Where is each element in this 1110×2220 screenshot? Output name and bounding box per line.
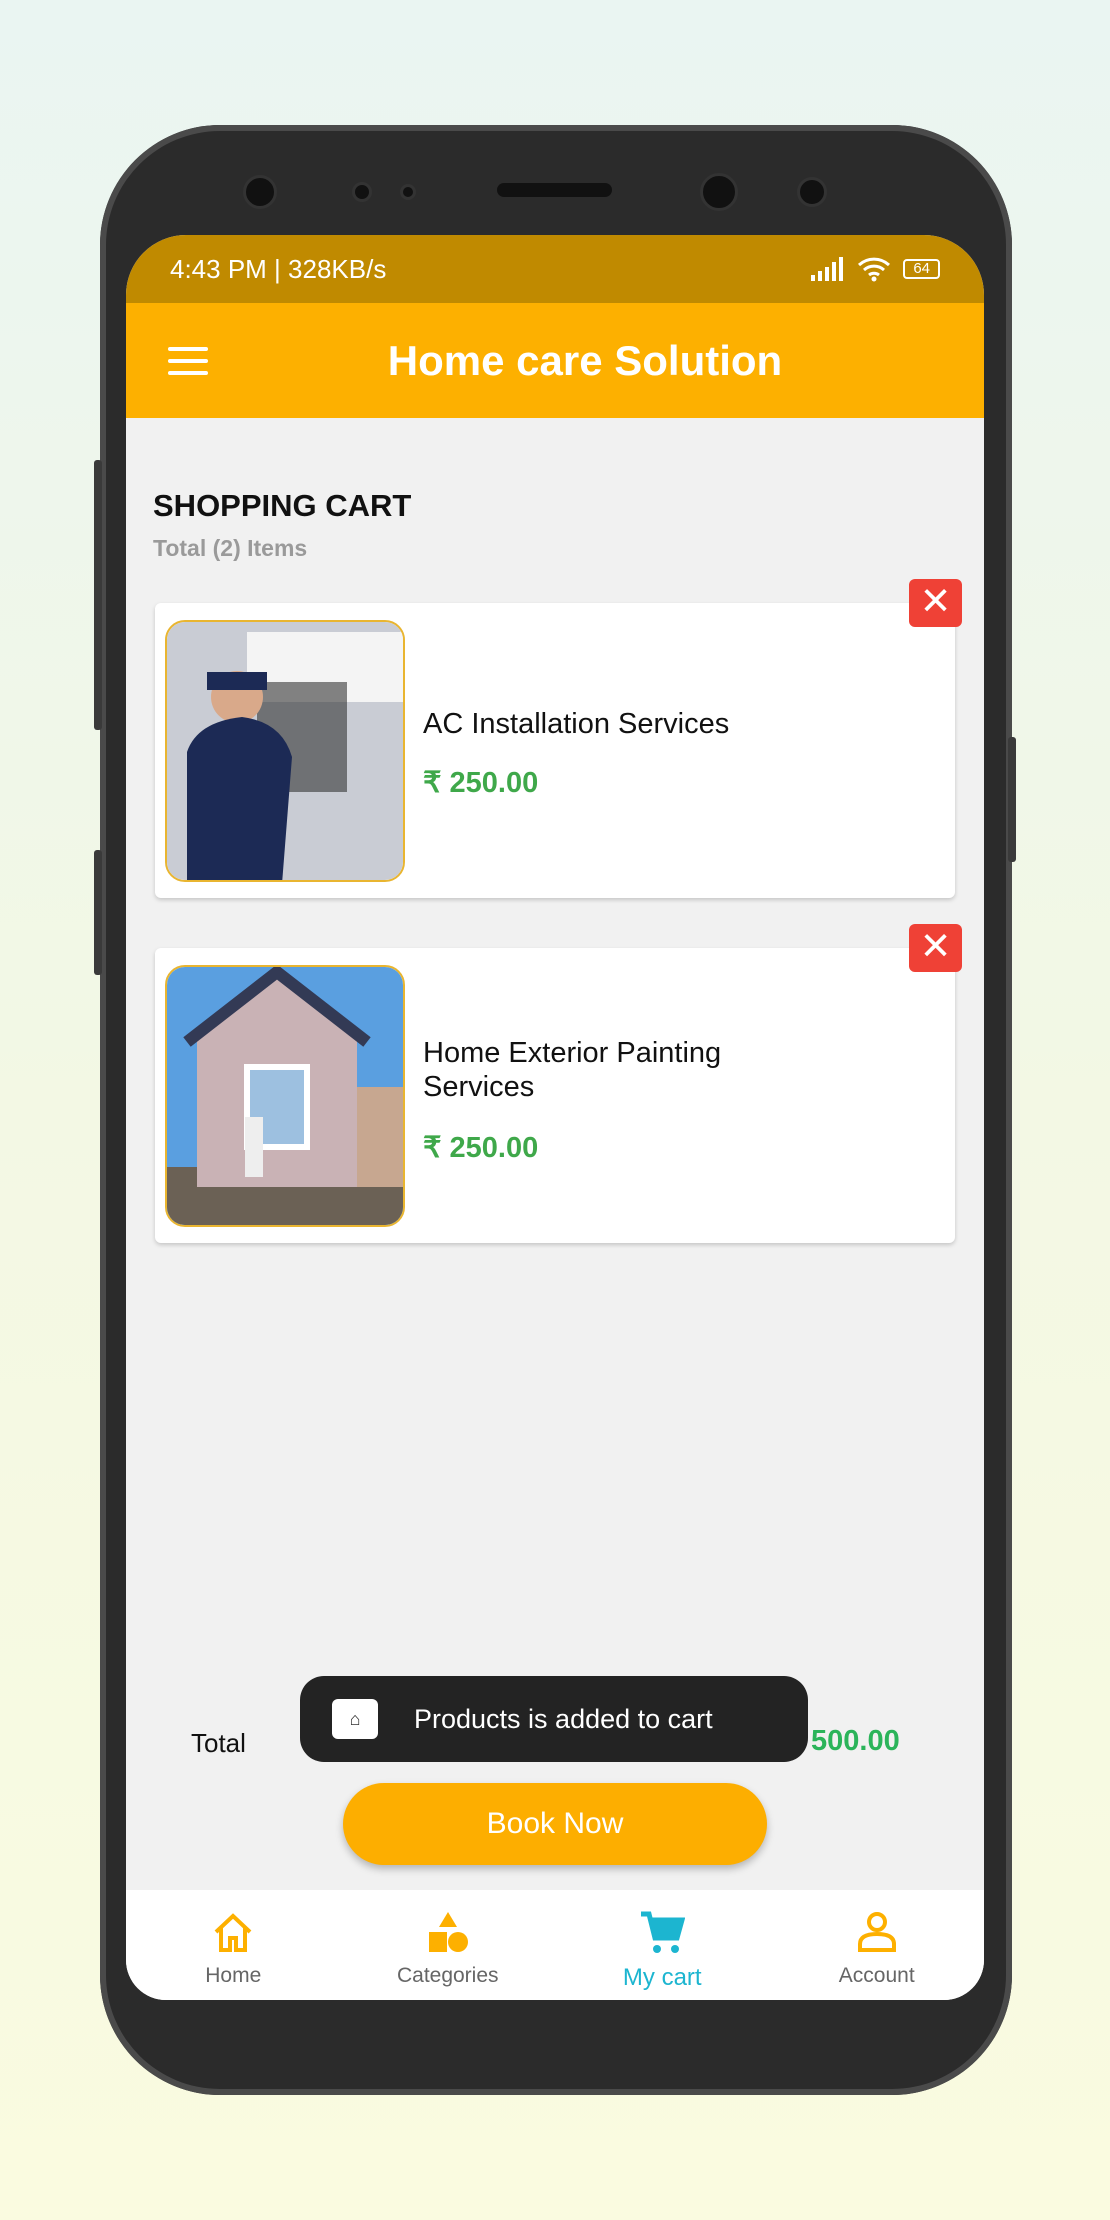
hamburger-menu-icon[interactable] <box>168 347 208 375</box>
toast-message: Products is added to cart <box>414 1703 713 1734</box>
app-screen: 4:43 PM | 328KB/s 64 Home care Solution … <box>126 235 984 2000</box>
product-image-painting <box>165 965 405 1227</box>
camera-icon <box>700 173 738 211</box>
item-count: Total (2) Items <box>153 535 308 561</box>
app-bar: Home care Solution <box>126 303 984 418</box>
battery-icon: 64 <box>903 259 940 279</box>
nav-home[interactable]: Home <box>126 1890 341 2000</box>
product-price: ₹ 250.00 <box>423 1132 539 1164</box>
remove-item-button[interactable]: ✕ <box>909 579 962 627</box>
total-label: Total <box>191 1728 246 1758</box>
account-icon <box>857 1912 896 1952</box>
book-now-button[interactable]: Book Now <box>343 1783 767 1865</box>
status-bar: 4:43 PM | 328KB/s 64 <box>126 235 984 303</box>
product-price: ₹ 250.00 <box>423 767 539 799</box>
camera-icon <box>243 175 277 209</box>
wifi-icon <box>858 257 891 282</box>
sensor-icon <box>400 184 416 200</box>
app-title: Home care Solution <box>387 336 783 384</box>
home-icon <box>214 1913 252 1952</box>
speaker <box>497 183 612 197</box>
nav-account[interactable]: Account <box>770 1890 985 2000</box>
side-button <box>94 850 102 975</box>
bottom-nav: Home Categories My cart Account <box>126 1890 984 2000</box>
app-logo-icon: ⌂ <box>332 1699 378 1739</box>
cart-item: AC Installation Services ₹ 250.00 ✕ <box>155 579 962 898</box>
page-title: SHOPPING CART <box>153 488 412 523</box>
product-name: Home Exterior Painting Services <box>423 1037 722 1103</box>
sensor-icon <box>797 177 827 207</box>
cart-item: Home Exterior Painting Services ₹ 250.00… <box>155 924 962 1243</box>
categories-icon <box>428 1912 468 1952</box>
product-image-ac <box>165 620 405 882</box>
total-value: 500.00 <box>811 1725 900 1757</box>
nav-categories[interactable]: Categories <box>341 1890 556 2000</box>
power-button <box>1008 737 1016 862</box>
cart-icon <box>641 1911 686 1953</box>
nav-my-cart[interactable]: My cart <box>555 1890 770 2000</box>
toast-notification: ⌂ Products is added to cart <box>300 1676 808 1762</box>
status-time: 4:43 PM | 328KB/s <box>170 253 387 284</box>
remove-item-button[interactable]: ✕ <box>909 924 962 972</box>
volume-button <box>94 460 102 730</box>
sensor-icon <box>352 182 372 202</box>
product-name: AC Installation Services <box>423 708 730 740</box>
signal-icon <box>811 257 844 281</box>
